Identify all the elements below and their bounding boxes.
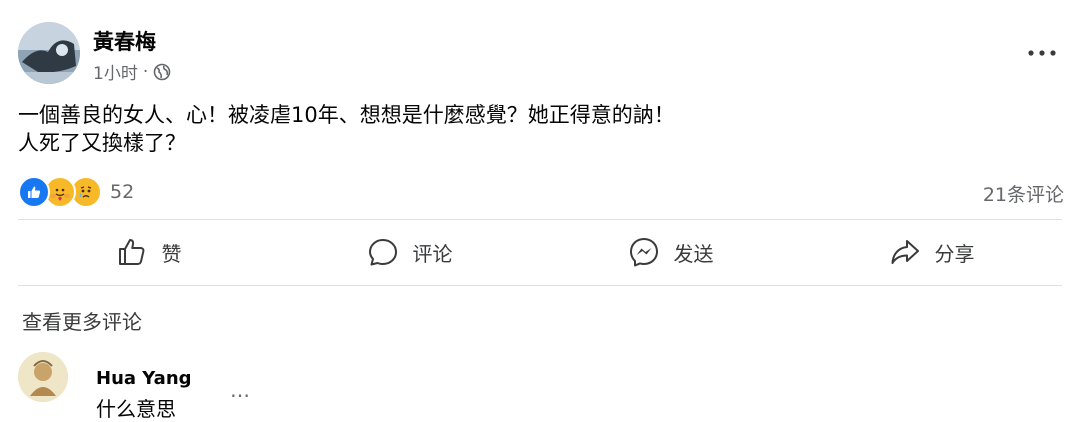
reactions-summary[interactable]: 52 [18, 176, 134, 208]
more-options-button[interactable] [1024, 42, 1060, 64]
post-text-line-1: 一個善良的女人、心！被凌虐10年、想想是什麼感覺？她正得意的訥！ [18, 103, 675, 127]
messenger-icon [629, 238, 658, 267]
post-actions: 赞 评论 发送 分享 [18, 220, 1062, 284]
comment-label: 评论 [412, 241, 453, 266]
share-icon [891, 240, 919, 264]
post-text: 一個善良的女人、心！被凌虐10年、想想是什麼感覺？她正得意的訥！ 人死了又換樣了… [18, 101, 1058, 157]
globe-icon [153, 63, 171, 81]
comment-button[interactable]: 评论 [279, 220, 540, 284]
post-time[interactable]: 1小时 [93, 59, 138, 84]
post-text-line-2: 人死了又換樣了？ [18, 131, 186, 155]
view-more-comments-link[interactable]: 查看更多评论 [22, 306, 142, 335]
send-label: 发送 [673, 241, 714, 266]
thumbs-up-icon [118, 239, 144, 265]
more-horizontal-icon [1028, 50, 1056, 56]
commenter-name[interactable]: Hua Yang [96, 368, 192, 389]
send-button[interactable]: 发送 [540, 220, 801, 284]
author-name[interactable]: 黃春梅 [93, 26, 156, 56]
author-avatar[interactable] [18, 22, 80, 84]
like-label: 赞 [161, 241, 182, 266]
share-label: 分享 [934, 241, 975, 266]
like-button[interactable]: 赞 [18, 220, 279, 284]
comment-item: Hua Yang … 什么意思 [18, 352, 1062, 421]
share-button[interactable]: 分享 [801, 220, 1062, 284]
comment-more-button[interactable]: … [230, 378, 251, 402]
like-icon [18, 176, 50, 208]
comment-count-link[interactable]: 21条评论 [983, 180, 1064, 207]
divider-bottom [18, 285, 1062, 286]
post-header: 黃春梅 1小时 · [18, 22, 1062, 92]
reaction-count: 52 [110, 181, 135, 203]
comment-text: 什么意思 [96, 397, 176, 421]
comment-icon [368, 239, 397, 266]
meta-separator: · [142, 61, 149, 82]
commenter-avatar[interactable] [18, 352, 68, 402]
post-meta: 1小时 · [93, 59, 171, 84]
